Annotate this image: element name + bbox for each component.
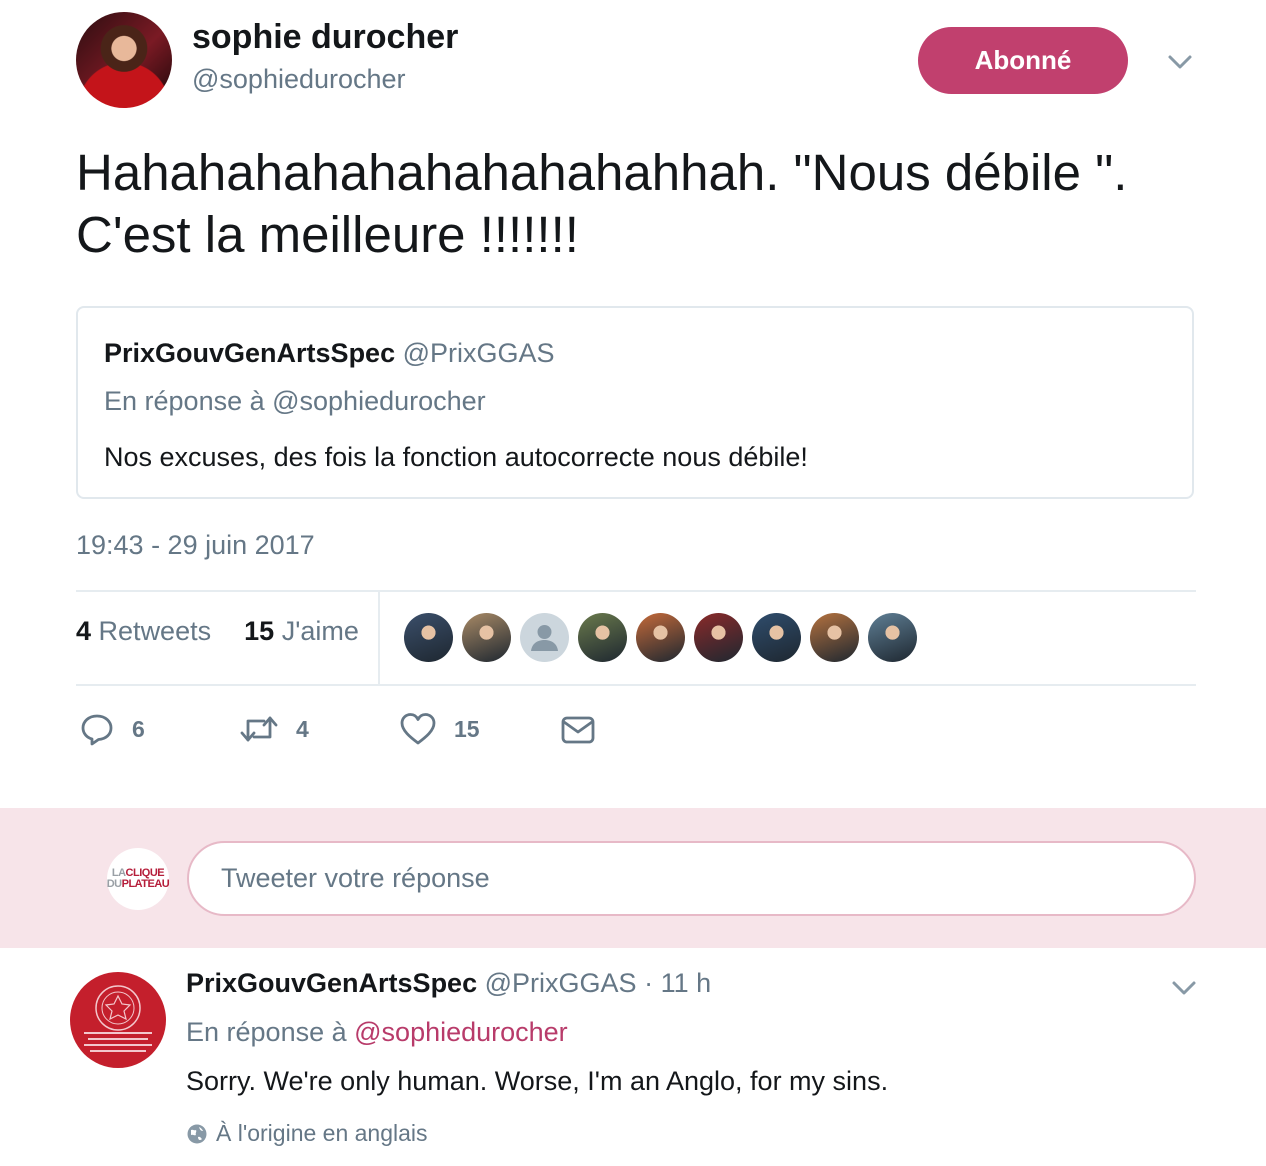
translation-note-text: À l'origine en anglais xyxy=(216,1120,428,1146)
envelope-icon xyxy=(561,716,595,744)
avatar-8-icon[interactable] xyxy=(810,613,859,662)
current-user-avatar[interactable]: LACLIQUE DUPLATEAU xyxy=(107,848,170,910)
divider xyxy=(76,590,1196,592)
tweet-text: Hahahahahahahahahahahhah. "Nous débile "… xyxy=(76,144,1128,263)
divider xyxy=(76,684,1196,686)
reply-action[interactable]: 6 xyxy=(80,712,145,746)
likers-list xyxy=(404,613,917,662)
retweets-label: Retweets xyxy=(98,616,212,646)
author-avatar[interactable] xyxy=(76,12,172,108)
tweet-stats: 4 Retweets 15 J'aime xyxy=(76,616,359,647)
avatar-1-icon[interactable] xyxy=(404,613,453,662)
reply-context-prefix: En réponse à xyxy=(186,1017,347,1047)
quoted-tweet[interactable]: PrixGouvGenArtsSpec @PrixGGAS En réponse… xyxy=(76,306,1194,499)
retweets-stat[interactable]: 4 Retweets xyxy=(76,616,211,646)
avatar-7-icon[interactable] xyxy=(752,613,801,662)
chevron-down-icon[interactable] xyxy=(1168,972,1200,1004)
chevron-down-icon[interactable] xyxy=(1164,46,1196,78)
logo-line-2: DUPLATEAU xyxy=(107,879,170,890)
reply-author-handle: @PrixGGAS xyxy=(484,968,637,998)
quoted-author-name: PrixGouvGenArtsSpec xyxy=(104,338,396,368)
avatar-default-icon[interactable] xyxy=(520,613,569,662)
avatar-4-icon[interactable] xyxy=(578,613,627,662)
reply-input[interactable] xyxy=(187,841,1196,916)
reply-author-name: PrixGouvGenArtsSpec xyxy=(186,968,478,998)
reply-text: Sorry. We're only human. Worse, I'm an A… xyxy=(186,1066,889,1096)
author-handle[interactable]: @sophiedurocher xyxy=(192,64,406,95)
reply-time[interactable]: 11 h xyxy=(661,968,712,998)
follow-button[interactable]: Abonné xyxy=(918,27,1128,94)
like-count: 15 xyxy=(454,715,480,742)
quoted-reply-context: En réponse à @sophiedurocher xyxy=(104,386,486,416)
avatar-6-icon[interactable] xyxy=(694,613,743,662)
stats-separator xyxy=(378,592,380,684)
heart-icon xyxy=(400,713,436,745)
logo-text-du: DU xyxy=(106,878,122,890)
reply-author-avatar[interactable] xyxy=(70,972,166,1068)
direct-message-action[interactable] xyxy=(560,714,596,746)
quoted-author[interactable]: PrixGouvGenArtsSpec @PrixGGAS xyxy=(104,338,555,369)
logo-text-plateau: PLATEAU xyxy=(121,878,170,890)
reply-count: 6 xyxy=(132,715,145,742)
likes-count: 15 xyxy=(244,616,275,646)
retweet-count: 4 xyxy=(296,715,309,742)
avatar-9-icon[interactable] xyxy=(868,613,917,662)
retweets-count: 4 xyxy=(76,616,92,646)
quoted-text: Nos excuses, des fois la fonction autoco… xyxy=(104,442,808,472)
retweet-action[interactable]: 4 xyxy=(240,712,309,746)
author-name[interactable]: sophie durocher xyxy=(192,18,458,57)
reply-separator: · xyxy=(644,968,654,998)
translation-note[interactable]: À l'origine en anglais xyxy=(186,1120,428,1147)
reply-context: En réponse à @sophiedurocher xyxy=(186,1017,568,1048)
avatar-2-icon[interactable] xyxy=(462,613,511,662)
reply-icon xyxy=(81,714,113,746)
quoted-author-handle: @PrixGGAS xyxy=(402,338,555,368)
tweet-timestamp[interactable]: 19:43 - 29 juin 2017 xyxy=(76,530,315,561)
like-action[interactable]: 15 xyxy=(400,712,480,746)
retweet-icon xyxy=(240,716,278,742)
reply-mention-link[interactable]: @sophiedurocher xyxy=(354,1017,568,1047)
avatar-5-icon[interactable] xyxy=(636,613,685,662)
reply-author[interactable]: PrixGouvGenArtsSpec @PrixGGAS · 11 h xyxy=(186,968,711,999)
likes-label: J'aime xyxy=(281,616,359,646)
foundation-seal-icon xyxy=(84,985,152,1052)
likes-stat[interactable]: 15 J'aime xyxy=(244,616,359,646)
globe-icon xyxy=(187,1124,207,1143)
